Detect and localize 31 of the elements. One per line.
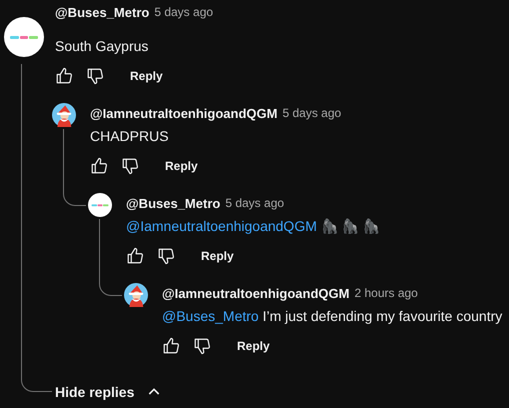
reply-button[interactable]: Reply	[201, 249, 234, 263]
comment-text: @IamneutraltoenhigoandQGM 🦍 🦍 🦍	[126, 217, 381, 236]
reply-button[interactable]: Reply	[165, 159, 198, 173]
mention-link[interactable]: @Buses_Metro	[162, 308, 259, 324]
timestamp: 2 hours ago	[354, 286, 418, 300]
author-name[interactable]: @Buses_Metro	[55, 4, 150, 20]
like-button[interactable]	[162, 337, 180, 355]
reply-button[interactable]: Reply	[237, 339, 270, 353]
avatar-icon	[52, 103, 76, 127]
comment-text: CHADPRUS	[90, 127, 170, 146]
mention-link[interactable]: @IamneutraltoenhigoandQGM	[126, 218, 317, 234]
hide-replies-button[interactable]: Hide replies	[55, 377, 162, 407]
dislike-button[interactable]	[86, 67, 104, 85]
dislike-button[interactable]	[193, 337, 211, 355]
author-name[interactable]: @IamneutraltoenhigoandQGM	[90, 106, 278, 120]
comment-text: @Buses_Metro I’m just defending my favourite country	[162, 307, 504, 326]
dislike-button[interactable]	[121, 157, 139, 175]
timestamp: 5 days ago	[282, 106, 342, 120]
dislike-button[interactable]	[157, 247, 175, 265]
like-button[interactable]	[55, 67, 73, 85]
timestamp: 5 days ago	[225, 196, 284, 210]
comment-text: South Gayprus	[55, 37, 150, 56]
author-name[interactable]: @Buses_Metro	[126, 196, 220, 210]
avatar-icon	[4, 17, 44, 57]
reply-button[interactable]: Reply	[130, 69, 163, 83]
timestamp: 5 days ago	[154, 5, 214, 19]
like-button[interactable]	[126, 247, 144, 265]
avatar-icon	[124, 283, 148, 307]
author-name[interactable]: @IamneutraltoenhigoandQGM	[162, 286, 350, 300]
like-button[interactable]	[90, 157, 108, 175]
avatar-icon	[88, 193, 112, 217]
